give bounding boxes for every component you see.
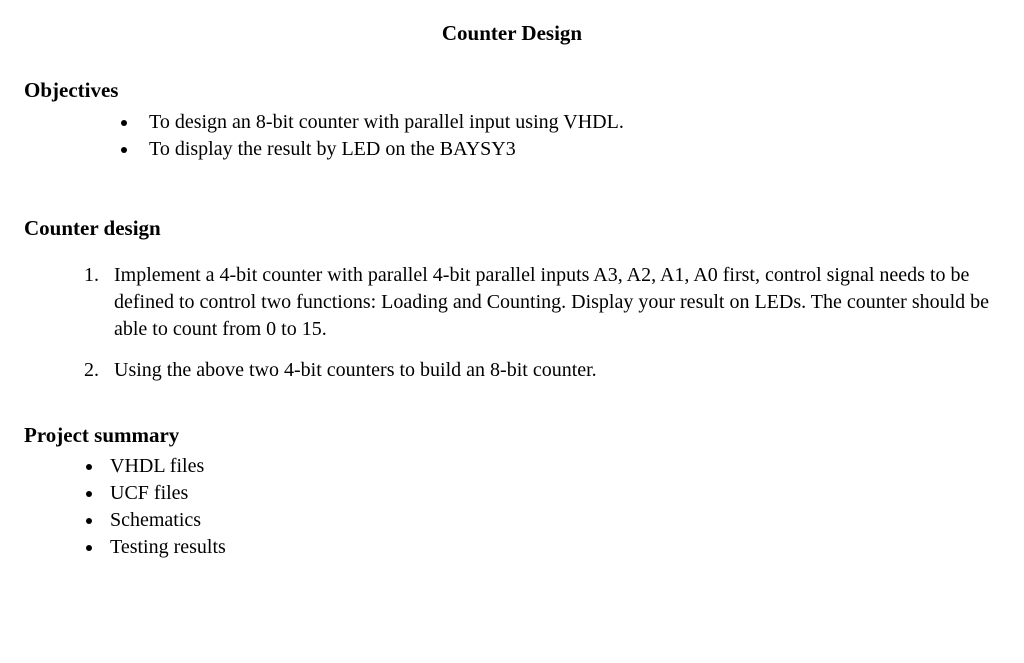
objectives-list: To design an 8-bit counter with parallel…	[24, 109, 1000, 163]
counter-design-heading: Counter design	[24, 215, 1000, 242]
list-item: To design an 8-bit counter with parallel…	[139, 109, 1000, 136]
list-item: Implement a 4-bit counter with parallel …	[104, 262, 1000, 343]
project-summary-heading: Project summary	[24, 422, 1000, 449]
list-item: Schematics	[104, 507, 1000, 534]
document-title: Counter Design	[24, 20, 1000, 47]
list-item: VHDL files	[104, 453, 1000, 480]
list-item: To display the result by LED on the BAYS…	[139, 136, 1000, 163]
list-item: Using the above two 4-bit counters to bu…	[104, 357, 1000, 384]
list-item: Testing results	[104, 534, 1000, 561]
counter-design-list: Implement a 4-bit counter with parallel …	[24, 262, 1000, 384]
objectives-heading: Objectives	[24, 77, 1000, 104]
list-item: UCF files	[104, 480, 1000, 507]
project-summary-list: VHDL files UCF files Schematics Testing …	[24, 453, 1000, 561]
